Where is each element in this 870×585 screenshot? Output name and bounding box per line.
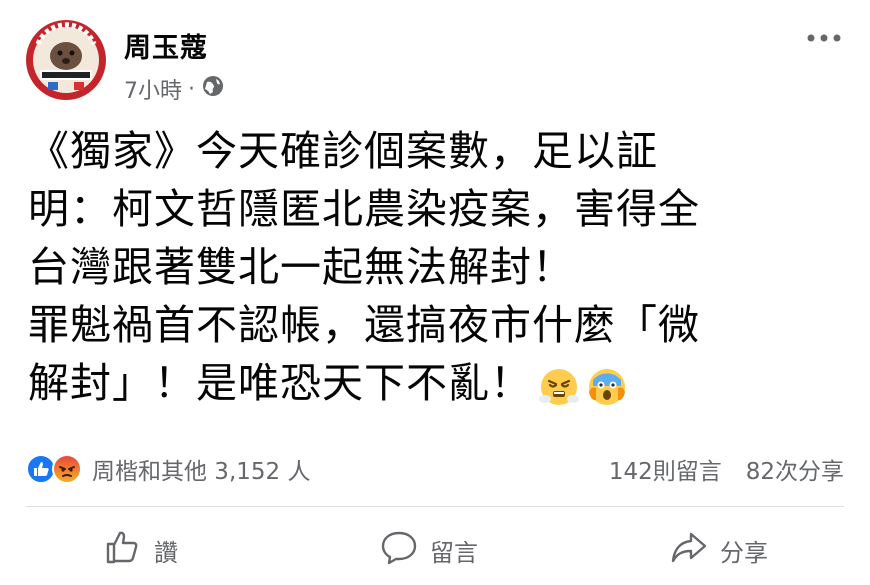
share-icon: [670, 528, 708, 572]
like-button[interactable]: 讚: [104, 528, 178, 572]
more-options-icon[interactable]: [804, 28, 844, 48]
author-avatar[interactable]: [26, 20, 106, 100]
post-line: 罪魁禍首不認帳，還搞夜市什麼「微: [28, 301, 700, 349]
avatar-image: [26, 20, 106, 100]
post-line: 解封」！是唯恐天下不亂！: [28, 359, 532, 407]
comment-label: 留言: [430, 538, 478, 567]
post-timestamp[interactable]: 7小時: [124, 73, 182, 105]
reactions-count: 周楷和其他 3,152 人: [92, 459, 311, 485]
globe-icon: [201, 74, 225, 104]
screaming-face-icon: [586, 365, 628, 407]
meta-separator: ·: [188, 76, 195, 102]
angry-icon: [52, 454, 82, 484]
author-name[interactable]: 周玉蔻: [124, 26, 208, 65]
divider: [26, 506, 844, 507]
share-button[interactable]: 分享: [670, 528, 768, 572]
thumbs-up-icon: [104, 528, 142, 572]
comment-button[interactable]: 留言: [380, 528, 478, 572]
like-label: 讚: [154, 538, 178, 567]
post-line: 明：柯文哲隱匿北農染疫案，害得全: [28, 185, 700, 233]
post-line: 《獨家》今天確診個案數，足以証: [28, 127, 658, 175]
share-label: 分享: [720, 538, 768, 567]
post-body: 《獨家》今天確診個案數，足以証 明：柯文哲隱匿北農染疫案，害得全 台灣跟著雙北一…: [28, 122, 858, 412]
triumph-face-icon: [538, 365, 580, 407]
engagement-stats: 142則留言 82次分享: [609, 452, 844, 486]
action-bar: 讚 留言 分享: [0, 528, 870, 572]
post-line: 台灣跟著雙北一起無法解封！: [28, 243, 574, 291]
post-meta: 7小時 ·: [124, 73, 225, 105]
comments-count[interactable]: 142則留言: [609, 452, 722, 486]
shares-count[interactable]: 82次分享: [746, 452, 844, 486]
reactions-summary[interactable]: 周楷和其他 3,152 人: [26, 452, 310, 486]
comment-icon: [380, 528, 418, 572]
